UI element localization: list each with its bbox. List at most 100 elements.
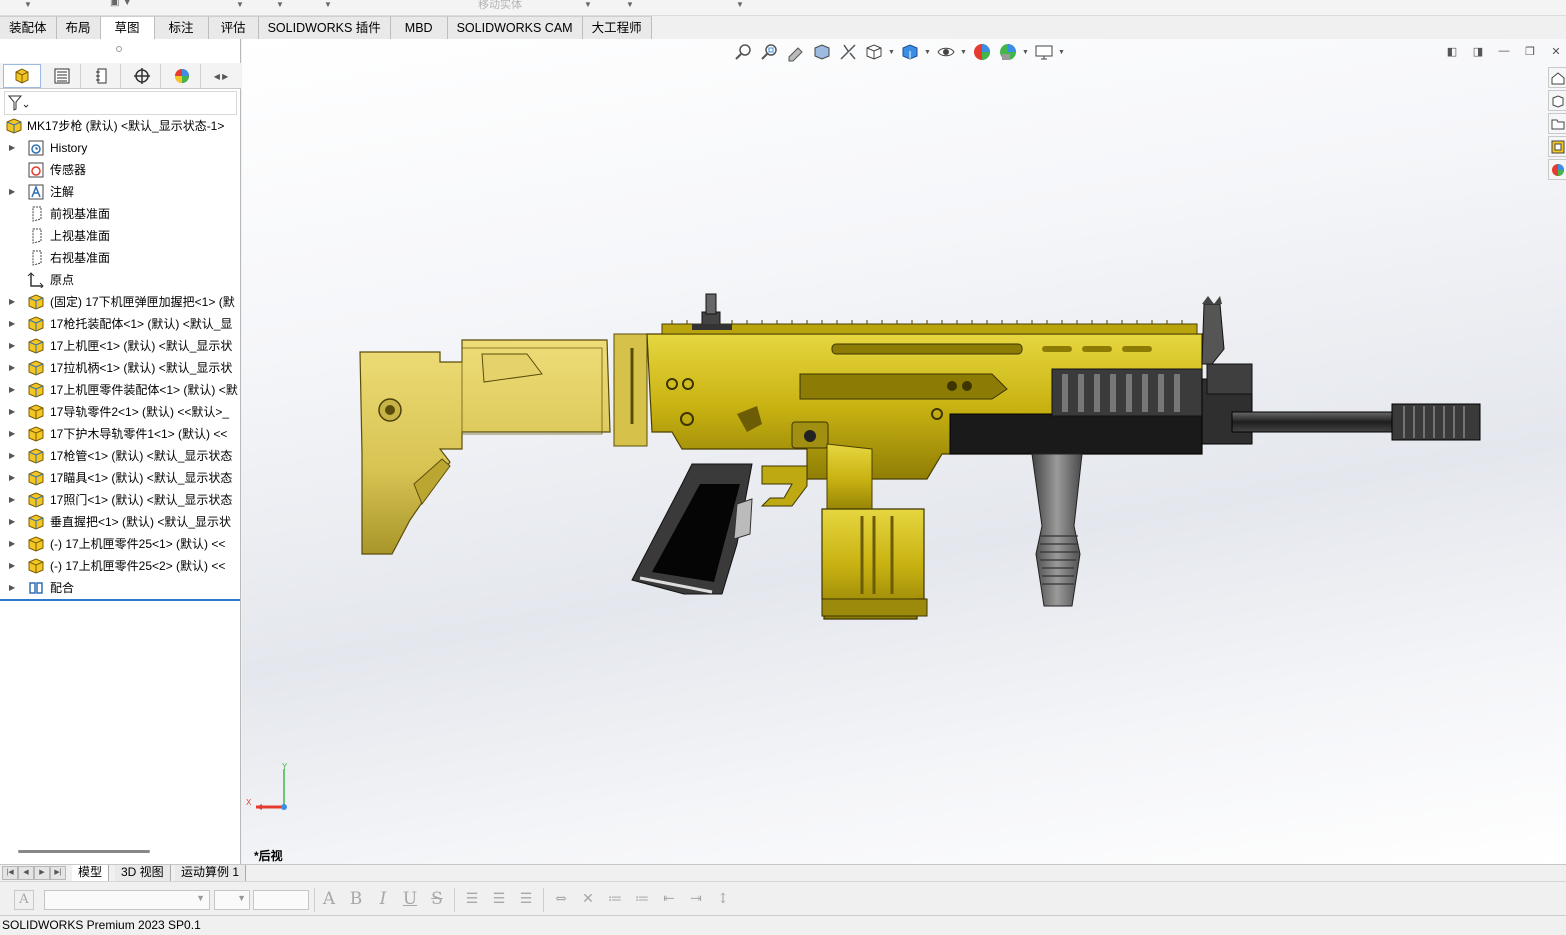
font-family-select[interactable]: ▼ (44, 890, 210, 910)
section-view-icon[interactable] (810, 40, 834, 64)
view-palette-icon[interactable] (1548, 136, 1566, 157)
tree-item[interactable]: ▶ History (0, 137, 240, 159)
close-icon[interactable]: ✕ (1546, 41, 1566, 61)
chevron-down-icon[interactable]: ▼ (1058, 49, 1066, 56)
compress-text-icon[interactable]: ✕ (577, 888, 599, 910)
tree-filter-row[interactable] (4, 91, 237, 115)
expand-arrow-icon[interactable]: ▶ (9, 577, 15, 599)
bold-button[interactable]: B (345, 888, 367, 910)
tree-item[interactable]: ▶ 17拉机柄<1> (默认) <默认_显示状 (0, 357, 240, 379)
fit-text-icon[interactable]: ⇔ (550, 888, 572, 910)
expand-arrow-icon[interactable]: ▶ (9, 467, 15, 489)
align-left-icon[interactable]: ☰ (461, 888, 483, 910)
decrease-indent-icon[interactable]: ⇤ (658, 888, 680, 910)
view-settings-icon[interactable] (1032, 40, 1056, 64)
zoom-to-area-icon[interactable] (758, 40, 782, 64)
minimize-icon[interactable]: — (1494, 41, 1514, 61)
tree-item[interactable]: 上视基准面 (0, 225, 240, 247)
tree-item[interactable]: ▶ 17上机匣<1> (默认) <默认_显示状 (0, 335, 240, 357)
text-height-input[interactable] (253, 890, 309, 910)
tab-markup[interactable]: 标注 (154, 16, 209, 39)
chevron-down-icon[interactable]: ▼ (584, 0, 592, 9)
expand-arrow-icon[interactable]: ▶ (9, 291, 15, 313)
first-tab-icon[interactable]: |◀ (2, 866, 18, 880)
rifle-model[interactable] (352, 254, 1492, 674)
tree-item[interactable]: ▶ 17枪托装配体<1> (默认) <默认_显 (0, 313, 240, 335)
chevron-down-icon[interactable]: ▼ (24, 0, 32, 9)
tree-item[interactable]: ▶ 垂直握把<1> (默认) <默认_显示状 (0, 511, 240, 533)
tab-solidworks-addins[interactable]: SOLIDWORKS 插件 (258, 16, 391, 39)
line-spacing-icon[interactable]: ↕ (712, 888, 734, 910)
next-tab-icon[interactable]: ▶ (34, 866, 50, 880)
tree-item[interactable]: ▶ 17照门<1> (默认) <默认_显示状态 (0, 489, 240, 511)
magazine[interactable] (821, 508, 928, 620)
edit-appearance-icon[interactable] (970, 40, 994, 64)
tree-root-assembly[interactable]: MK17步枪 (默认) <默认_显示状态-1> (0, 115, 240, 137)
font-icon[interactable]: A (318, 888, 340, 910)
tree-item[interactable]: ▶ (-) 17上机匣零件25<2> (默认) << (0, 555, 240, 577)
tile-left-icon[interactable]: ◧ (1442, 41, 1462, 61)
tree-item[interactable]: ▶ 配合 (0, 577, 240, 599)
tree-item[interactable]: ▶ 17枪管<1> (默认) <默认_显示状态 (0, 445, 240, 467)
toolbar-icon[interactable]: ▣ ▼ (110, 0, 132, 8)
barrel[interactable] (1231, 403, 1481, 441)
expand-arrow-icon[interactable]: ▶ (9, 511, 15, 533)
filter-icon[interactable] (8, 95, 30, 111)
propertymanager-tab[interactable] (43, 64, 81, 88)
strikethrough-button[interactable]: S (426, 888, 448, 910)
numbering-icon[interactable]: ≔ (631, 888, 653, 910)
previous-view-icon[interactable] (784, 40, 808, 64)
tree-item[interactable]: 传感器 (0, 159, 240, 181)
chevron-down-icon[interactable]: ▼ (236, 0, 244, 9)
design-library-icon[interactable] (1548, 90, 1566, 111)
pistol-grip[interactable] (631, 463, 753, 595)
chevron-down-icon[interactable]: ▼ (276, 0, 284, 9)
tab-motion-study[interactable]: 运动算例 1 (175, 865, 247, 881)
graphics-viewport[interactable]: ▼ ▼ ▼ ▼ ▼ ◧ ◨ — ❐ ✕ Y X *后视 (242, 39, 1566, 864)
panel-grip-handle[interactable] (116, 46, 122, 52)
tab-assembly[interactable]: 装配体 (0, 16, 57, 39)
chevron-down-icon[interactable]: ▼ (324, 0, 332, 9)
restore-icon[interactable]: ❐ (1520, 41, 1540, 61)
chevron-down-icon[interactable]: ▼ (1022, 49, 1030, 56)
prev-tab-icon[interactable]: ◀ (18, 866, 34, 880)
zoom-to-fit-icon[interactable] (732, 40, 756, 64)
expand-arrow-icon[interactable]: ▶ (9, 335, 15, 357)
tree-item[interactable]: ▶ 17上机匣零件装配体<1> (默认) <默 (0, 379, 240, 401)
increase-indent-icon[interactable]: ⇥ (685, 888, 707, 910)
chevron-down-icon[interactable]: ▼ (924, 49, 932, 56)
rear-sight[interactable] (692, 293, 732, 330)
tree-item[interactable]: ▶ 17瞄具<1> (默认) <默认_显示状态 (0, 467, 240, 489)
expand-arrow-icon[interactable]: ▶ (9, 379, 15, 401)
tree-item[interactable]: 原点 (0, 269, 240, 291)
solidworks-resources-icon[interactable] (1548, 67, 1566, 88)
bullets-icon[interactable]: ≔ (604, 888, 626, 910)
view-orientation-icon[interactable] (862, 40, 886, 64)
expand-arrow-icon[interactable]: ▶ (9, 357, 15, 379)
tab-model[interactable]: 模型 (72, 865, 110, 881)
tab-evaluate[interactable]: 评估 (208, 16, 259, 39)
trigger-guard[interactable] (760, 465, 808, 507)
expand-arrow-icon[interactable]: ▶ (9, 401, 15, 423)
dimxpert-tab[interactable] (123, 64, 161, 88)
tab-mbd[interactable]: MBD (390, 16, 448, 39)
tree-item[interactable]: 前视基准面 (0, 203, 240, 225)
tree-item[interactable]: ▶ 17下护木导轨零件1<1> (默认) << (0, 423, 240, 445)
expand-arrow-icon[interactable]: ▶ (9, 489, 15, 511)
expand-arrow-icon[interactable]: ▶ (9, 181, 15, 203)
underline-button[interactable]: U (399, 888, 421, 910)
expand-arrow-icon[interactable]: ▶ (9, 423, 15, 445)
tree-item[interactable]: 右视基准面 (0, 247, 240, 269)
tab-layout[interactable]: 布局 (56, 16, 101, 39)
file-explorer-icon[interactable] (1548, 113, 1566, 134)
horizontal-scrollbar[interactable] (18, 850, 150, 853)
hide-show-items-icon[interactable] (934, 40, 958, 64)
display-manager-tab[interactable] (163, 64, 201, 88)
italic-button[interactable]: I (372, 888, 394, 910)
tree-item[interactable]: ▶ (固定) 17下机匣弹匣加握把<1> (默 (0, 291, 240, 313)
tree-item[interactable]: ▶ 17导轨零件2<1> (默认) <<默认>_ (0, 401, 240, 423)
apply-scene-icon[interactable] (996, 40, 1020, 64)
tree-item[interactable]: ▶ 注解 (0, 181, 240, 203)
chevron-down-icon[interactable]: ▼ (960, 49, 968, 56)
chevron-down-icon[interactable]: ▼ (626, 0, 634, 9)
